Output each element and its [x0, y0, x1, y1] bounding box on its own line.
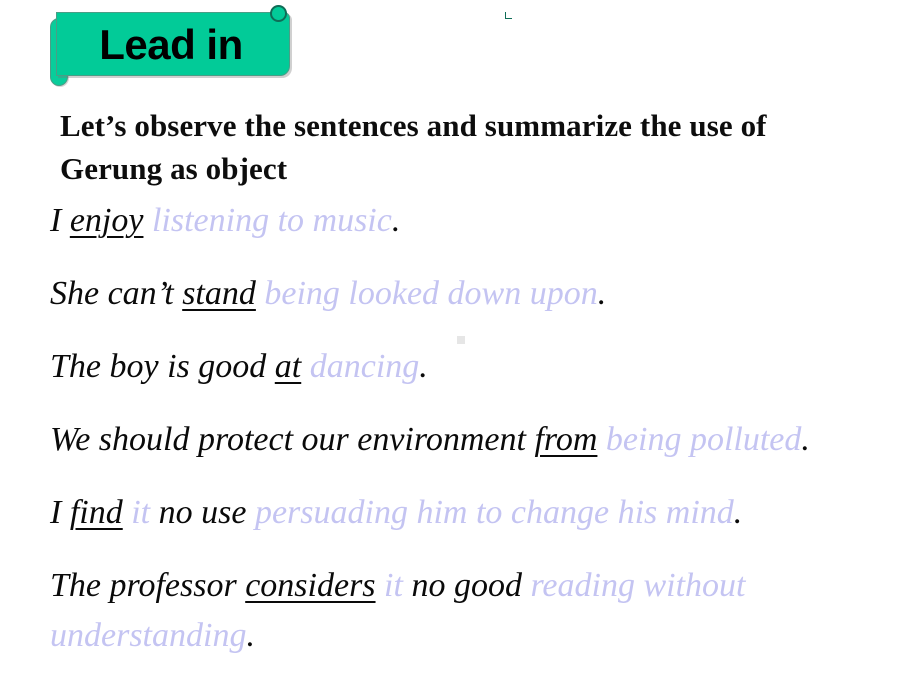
scroll-right-curl-tick-icon — [505, 12, 512, 19]
gerund-phrase: it — [384, 567, 403, 604]
sentence-period: . — [597, 275, 607, 312]
instruction-heading: Let’s observe the sentences and summariz… — [60, 108, 767, 186]
example-sentence-list: I enjoy listening to music. She can’t sta… — [50, 196, 886, 661]
sentence-text: no good — [402, 567, 531, 604]
sentence-text — [376, 567, 385, 604]
sentence-6: The professor considers it no good readi… — [50, 561, 886, 661]
lead-in-banner: Lead in — [42, 4, 512, 86]
sentence-1: I enjoy listening to music. — [50, 196, 886, 246]
gerund-phrase: persuading him to change his mind — [254, 494, 734, 531]
sentence-5: I find it no use persuading him to chang… — [50, 488, 886, 538]
stray-artifact-square — [457, 336, 465, 344]
sentence-2: She can’t stand being looked down upon. — [50, 269, 886, 319]
key-word-underlined: at — [274, 348, 302, 385]
key-word-underlined: find — [69, 494, 123, 531]
banner-body: Lead in — [56, 12, 290, 76]
sentence-text — [301, 348, 310, 385]
sentence-text: We should protect our environment — [50, 421, 535, 458]
sentence-text: no use — [150, 494, 255, 531]
key-word-underlined: from — [534, 421, 598, 458]
sentence-period: . — [391, 202, 401, 239]
sentence-period: . — [733, 494, 743, 531]
sentence-text: I — [50, 494, 70, 531]
sentence-text: I — [50, 202, 70, 239]
key-word-underlined: considers — [245, 567, 376, 604]
sentence-period: . — [801, 421, 810, 458]
gerund-phrase: being looked down upon — [264, 275, 598, 312]
sentence-text — [123, 494, 132, 531]
sentence-period: . — [419, 348, 428, 385]
gerund-phrase: being polluted — [605, 421, 802, 458]
gerund-phrase: listening to music — [151, 202, 392, 239]
sentence-text: The professor — [50, 567, 246, 604]
key-word-underlined: stand — [182, 275, 256, 312]
sentence-text — [143, 202, 152, 239]
banner-title: Lead in — [99, 21, 243, 68]
sentence-text: She can’t — [50, 275, 183, 312]
sentence-period: . — [246, 617, 255, 654]
sentence-text — [597, 421, 606, 458]
sentence-3: The boy is good at dancing. — [50, 342, 886, 392]
key-word-underlined: enjoy — [69, 202, 144, 239]
sentence-text: The boy is good — [50, 348, 275, 385]
gerund-phrase: dancing — [309, 348, 420, 385]
gerund-phrase: it — [131, 494, 151, 531]
scroll-right-curl-icon — [270, 5, 512, 22]
sentence-4: We should protect our environment from b… — [50, 415, 886, 465]
